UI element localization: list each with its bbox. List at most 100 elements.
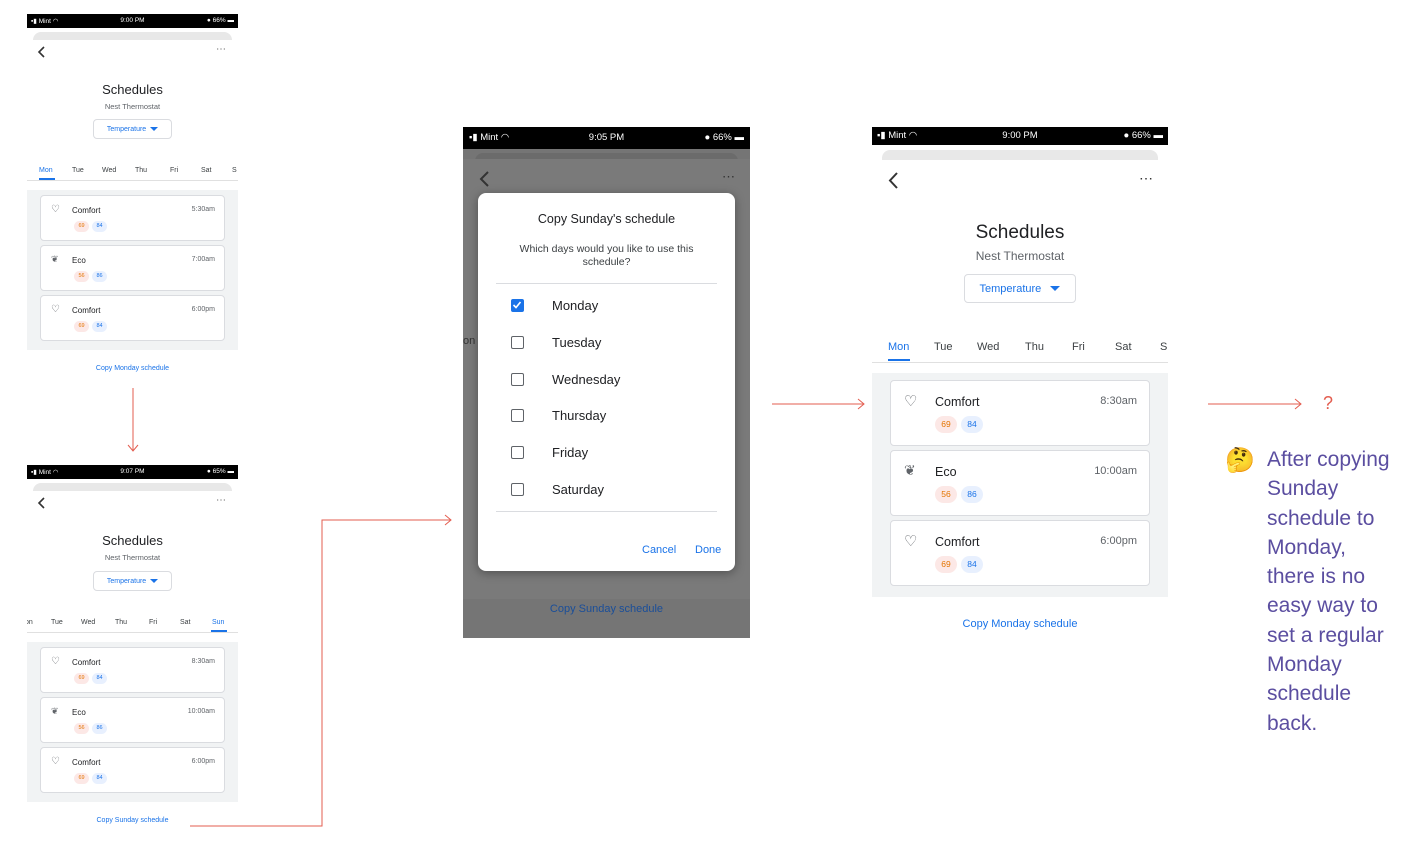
active-tab-indicator xyxy=(888,359,910,361)
cool-setpoint-chip: 84 xyxy=(961,416,983,433)
tab-wed[interactable]: Wed xyxy=(81,619,95,626)
tab-mon[interactable]: on xyxy=(27,619,33,626)
dialog-divider xyxy=(496,283,717,284)
cool-setpoint-chip: 84 xyxy=(92,321,107,332)
tab-divider xyxy=(872,362,1168,363)
status-bar: ▪▮ Mint ◠ 9:00 PM ● 66% ▬ xyxy=(872,127,1168,145)
copy-schedule-link[interactable]: Copy Monday schedule xyxy=(872,618,1168,630)
page-title: Schedules xyxy=(975,222,1065,243)
checkbox-checked[interactable] xyxy=(511,299,524,312)
cancel-button[interactable]: Cancel xyxy=(642,544,676,556)
caret-down-icon xyxy=(1050,286,1061,291)
sheet-edge xyxy=(882,150,1158,160)
heat-setpoint-chip: 69 xyxy=(935,556,957,573)
schedule-card[interactable]: ♡ Comfort 6:00pm 69 84 xyxy=(890,520,1150,586)
heart-icon: ♡ xyxy=(904,393,918,410)
tab-sun[interactable]: S xyxy=(1160,341,1167,353)
page-subtitle: Nest Thermostat xyxy=(975,249,1065,263)
checkbox[interactable] xyxy=(511,373,524,386)
tab-fri[interactable]: Fri xyxy=(149,619,157,626)
heart-icon: ♡ xyxy=(51,656,60,667)
alarm-icon: ● xyxy=(704,132,711,143)
checkbox[interactable] xyxy=(511,446,524,459)
checkbox[interactable] xyxy=(511,409,524,422)
checkbox[interactable] xyxy=(511,483,524,496)
back-arrow-icon[interactable] xyxy=(37,46,47,58)
tab-sat[interactable]: Sat xyxy=(180,619,191,626)
heat-setpoint-chip: 56 xyxy=(74,271,89,282)
heart-icon: ♡ xyxy=(51,756,60,767)
eco-leaf-icon: ❦ xyxy=(51,706,59,716)
back-arrow-icon[interactable] xyxy=(888,172,900,189)
tab-sat[interactable]: Sat xyxy=(201,167,212,174)
caret-down-icon xyxy=(150,127,159,131)
flow-arrow-down xyxy=(127,388,139,452)
alarm-icon: ● xyxy=(206,468,211,475)
schedule-card[interactable]: ♡ Comfort 6:00pm 69 84 xyxy=(40,295,225,341)
cool-setpoint-chip: 86 xyxy=(961,486,983,503)
tab-thu[interactable]: Thu xyxy=(135,167,147,174)
schedule-card[interactable]: ❦ Eco 10:00am 56 86 xyxy=(890,450,1150,516)
tab-wed[interactable]: Wed xyxy=(102,167,116,174)
schedule-list: ♡ Comfort 8:30am 69 84 ❦ Eco 10:00am 56 … xyxy=(872,373,1168,597)
checkbox[interactable] xyxy=(511,336,524,349)
back-arrow-icon[interactable] xyxy=(479,171,491,187)
heat-setpoint-chip: 69 xyxy=(74,673,89,684)
more-options-icon[interactable]: ⋯ xyxy=(1139,170,1154,187)
tab-mon[interactable]: Mon xyxy=(39,167,53,174)
tab-mon[interactable]: Mon xyxy=(888,341,909,353)
tab-fri[interactable]: Fri xyxy=(170,167,178,174)
annotation-note: After copying Sunday schedule to Monday,… xyxy=(1267,448,1390,735)
page-title: Schedules xyxy=(102,82,163,97)
temperature-dropdown[interactable]: Temperature xyxy=(964,274,1076,303)
temperature-dropdown[interactable]: Temperature xyxy=(93,119,172,139)
tab-thu[interactable]: Thu xyxy=(1025,341,1044,353)
schedule-card[interactable]: ♡ Comfort 8:30am 69 84 xyxy=(890,380,1150,446)
tab-tue[interactable]: Tue xyxy=(51,619,63,626)
heat-setpoint-chip: 69 xyxy=(74,221,89,232)
heart-icon: ♡ xyxy=(51,304,60,315)
sheet-edge xyxy=(33,32,232,40)
sheet-edge xyxy=(33,483,232,491)
heat-setpoint-chip: 69 xyxy=(74,773,89,784)
cool-setpoint-chip: 86 xyxy=(92,271,107,282)
copy-schedule-dialog: Copy Sunday's schedule Which days would … xyxy=(478,193,735,571)
heat-setpoint-chip: 56 xyxy=(74,723,89,734)
battery-icon: ▬ xyxy=(1153,130,1164,141)
more-options-icon[interactable]: ⋯ xyxy=(216,495,227,506)
dialog-prompt: Which days would you like to use this sc… xyxy=(519,243,694,268)
heat-setpoint-chip: 56 xyxy=(935,486,957,503)
eco-leaf-icon: ❦ xyxy=(904,462,916,478)
done-button[interactable]: Done xyxy=(695,544,721,556)
tab-mon: on xyxy=(463,335,476,347)
back-arrow-icon[interactable] xyxy=(37,497,47,509)
tab-sun[interactable]: S xyxy=(232,167,237,174)
temperature-dropdown[interactable]: Temperature xyxy=(93,571,172,591)
tab-tue[interactable]: Tue xyxy=(934,341,953,353)
cool-setpoint-chip: 84 xyxy=(92,773,107,784)
tab-wed[interactable]: Wed xyxy=(977,341,999,353)
copy-schedule-link[interactable]: Copy Sunday schedule xyxy=(463,603,750,615)
tab-tue[interactable]: Tue xyxy=(72,167,84,174)
flow-arrow-elbow xyxy=(190,514,452,827)
thinking-face-icon: 🤔 xyxy=(1225,447,1255,474)
status-bar: ▪▮ Mint ◠ 9:05 PM ● 66% ▬ xyxy=(463,127,750,149)
more-options-icon[interactable]: ⋯ xyxy=(216,44,227,55)
status-bar: ▪▮ Mint ◠ 9:07 PM ● 65% ▬ xyxy=(27,465,238,479)
battery-icon: ▬ xyxy=(227,468,235,475)
cool-setpoint-chip: 86 xyxy=(92,723,107,734)
tab-thu[interactable]: Thu xyxy=(115,619,127,626)
copy-schedule-link[interactable]: Copy Monday schedule xyxy=(27,365,238,372)
heart-icon: ♡ xyxy=(904,533,918,550)
schedule-card[interactable]: ❦ Eco 7:00am 56 86 xyxy=(40,245,225,291)
dialog-title: Copy Sunday's schedule xyxy=(537,212,676,226)
cool-setpoint-chip: 84 xyxy=(92,221,107,232)
screen-copy-dialog: ▪▮ Mint ◠ 9:05 PM ● 66% ▬ ⋯ on Copy Sund… xyxy=(463,127,750,638)
schedule-card[interactable]: ♡ Comfort 5:30am 69 84 xyxy=(40,195,225,241)
tab-fri[interactable]: Fri xyxy=(1072,341,1085,353)
more-options-icon[interactable]: ⋯ xyxy=(722,169,736,185)
flow-arrow-right xyxy=(1208,398,1302,410)
dialog-divider xyxy=(496,511,717,512)
cool-setpoint-chip: 84 xyxy=(92,673,107,684)
tab-sat[interactable]: Sat xyxy=(1115,341,1132,353)
